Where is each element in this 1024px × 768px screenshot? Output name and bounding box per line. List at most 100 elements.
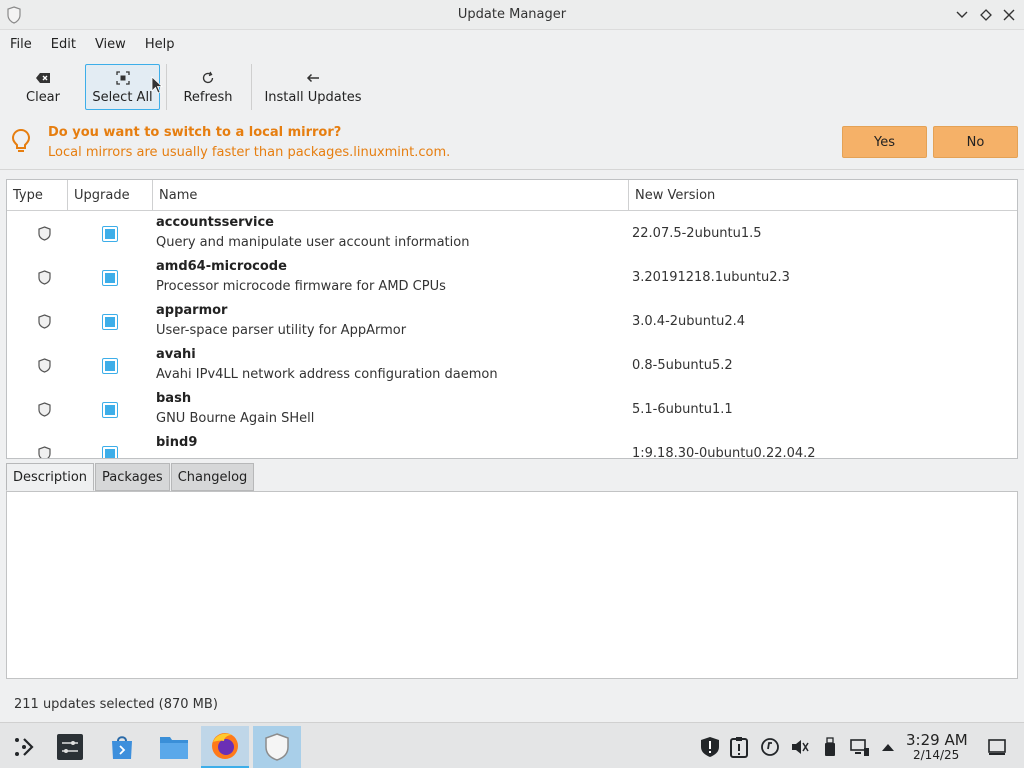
no-button[interactable]: No (933, 126, 1018, 158)
shopping-bag-icon (112, 736, 132, 759)
volume-muted-icon (792, 740, 809, 754)
table-row[interactable]: bind9 1:9.18.30-0ubuntu0.22.04.2 (7, 432, 1017, 458)
package-name: accountsservice (156, 215, 274, 230)
toolbar-separator (251, 64, 252, 110)
status-text: 211 updates selected (870 MB) (14, 697, 218, 712)
close-icon (1003, 9, 1015, 21)
table-row[interactable]: bash GNU Bourne Again SHell 5.1-6ubuntu1.1 (7, 388, 1017, 432)
package-description: Avahi IPv4LL network address configurati… (156, 367, 498, 382)
tray-show-desktop[interactable] (987, 737, 1007, 757)
column-new-version[interactable]: New Version (629, 180, 1017, 211)
menu-bar: File Edit View Help (0, 30, 1024, 58)
menu-view[interactable]: View (90, 37, 131, 52)
clock-time[interactable]: 3:29 AM (906, 731, 968, 749)
minimize-button[interactable] (953, 6, 971, 24)
table-row[interactable]: avahi Avahi IPv4LL network address config… (7, 344, 1017, 388)
package-description: User-space parser utility for AppArmor (156, 323, 407, 338)
shield-icon (38, 446, 51, 458)
refresh-button[interactable]: Refresh (177, 64, 239, 110)
menu-edit[interactable]: Edit (46, 37, 81, 52)
network-wired-icon (850, 739, 869, 756)
firefox-icon (212, 733, 238, 759)
clear-button[interactable]: Clear (18, 64, 68, 110)
shield-alert-icon (701, 737, 719, 757)
upgrade-checkbox[interactable] (102, 314, 118, 330)
title-bar: Update Manager (0, 0, 1024, 30)
shield-icon (38, 270, 51, 285)
toolbar-separator (166, 64, 167, 110)
column-type[interactable]: Type (7, 180, 68, 211)
shield-icon (38, 226, 51, 241)
tray-network[interactable] (850, 737, 870, 757)
install-updates-button[interactable]: Install Updates (260, 64, 366, 110)
refresh-icon (202, 71, 214, 84)
select-all-button[interactable]: Select All (85, 64, 160, 110)
window-title: Update Manager (457, 7, 567, 22)
table-row[interactable]: accountsservice Query and manipulate user… (7, 212, 1017, 256)
tray-removable-device[interactable] (820, 737, 840, 757)
taskbar-software-store[interactable] (98, 726, 146, 768)
desktop-icon (988, 739, 1006, 755)
maximize-button[interactable] (977, 6, 995, 24)
shield-icon (38, 402, 51, 417)
arrow-left-icon (306, 73, 319, 83)
menu-help[interactable]: Help (140, 37, 180, 52)
detail-tabs: Description Packages Changelog (6, 463, 255, 491)
column-upgrade[interactable]: Upgrade (68, 180, 153, 211)
tray-help[interactable] (760, 737, 780, 757)
taskbar-firefox[interactable] (201, 726, 249, 768)
upgrade-checkbox[interactable] (102, 446, 118, 458)
package-name: bash (156, 391, 192, 406)
package-version: 3.0.4-2ubuntu2.4 (632, 314, 746, 329)
package-description: Query and manipulate user account inform… (156, 235, 470, 250)
package-version: 0.8-5ubuntu5.2 (632, 358, 733, 373)
table-row[interactable]: amd64-microcode Processor microcode firmw… (7, 256, 1017, 300)
package-name: bind9 (156, 435, 198, 450)
table-row[interactable]: apparmor User-space parser utility for Ap… (7, 300, 1017, 344)
clock-date[interactable]: 2/14/25 (913, 748, 959, 762)
tab-changelog[interactable]: Changelog (170, 463, 255, 491)
lightbulb-icon (11, 128, 31, 152)
updates-table: Type Upgrade Name New Version accountsse… (6, 179, 1018, 459)
shield-icon (265, 733, 289, 761)
arrow-up-icon (882, 744, 894, 751)
table-header: Type Upgrade Name New Version (7, 180, 1017, 211)
upgrade-checkbox[interactable] (102, 270, 118, 286)
application-launcher[interactable] (0, 726, 48, 768)
tab-packages[interactable]: Packages (95, 463, 170, 491)
taskbar-update-manager[interactable] (253, 726, 301, 768)
clear-label: Clear (26, 90, 60, 105)
menu-file[interactable]: File (5, 37, 37, 52)
taskbar-system-settings[interactable] (46, 726, 94, 768)
tray-volume[interactable] (790, 737, 810, 757)
install-updates-label: Install Updates (264, 90, 362, 105)
column-name[interactable]: Name (153, 180, 629, 211)
close-button[interactable] (1000, 6, 1018, 24)
select-all-label: Select All (92, 90, 153, 105)
upgrade-checkbox[interactable] (102, 402, 118, 418)
tray-update-manager[interactable] (699, 736, 723, 758)
package-version: 3.20191218.1ubuntu2.3 (632, 270, 790, 285)
yes-button[interactable]: Yes (842, 126, 927, 158)
mirror-question: Do you want to switch to a local mirror? (48, 125, 342, 140)
shield-icon (38, 358, 51, 373)
chevron-down-icon (956, 11, 968, 18)
tab-description[interactable]: Description (6, 463, 95, 491)
package-description: Processor microcode firmware for AMD CPU… (156, 279, 446, 294)
package-version: 22.07.5-2ubuntu1.5 (632, 226, 762, 241)
shield-icon (38, 314, 51, 329)
folder-icon (160, 737, 188, 759)
usb-drive-icon (825, 737, 835, 756)
settings-sliders-icon (57, 734, 83, 760)
clipboard-alert-icon (730, 737, 748, 758)
package-version: 1:9.18.30-0ubuntu0.22.04.2 (632, 446, 816, 458)
mirror-info-bar: Do you want to switch to a local mirror?… (0, 118, 1024, 170)
taskbar-file-manager[interactable] (150, 726, 198, 768)
diamond-icon (980, 9, 992, 21)
upgrade-checkbox[interactable] (102, 226, 118, 242)
mirror-hint: Local mirrors are usually faster than pa… (48, 145, 451, 160)
tray-expand-arrow[interactable] (878, 737, 898, 757)
upgrade-checkbox[interactable] (102, 358, 118, 374)
tray-notifications[interactable] (729, 736, 749, 758)
backspace-icon (36, 73, 50, 83)
